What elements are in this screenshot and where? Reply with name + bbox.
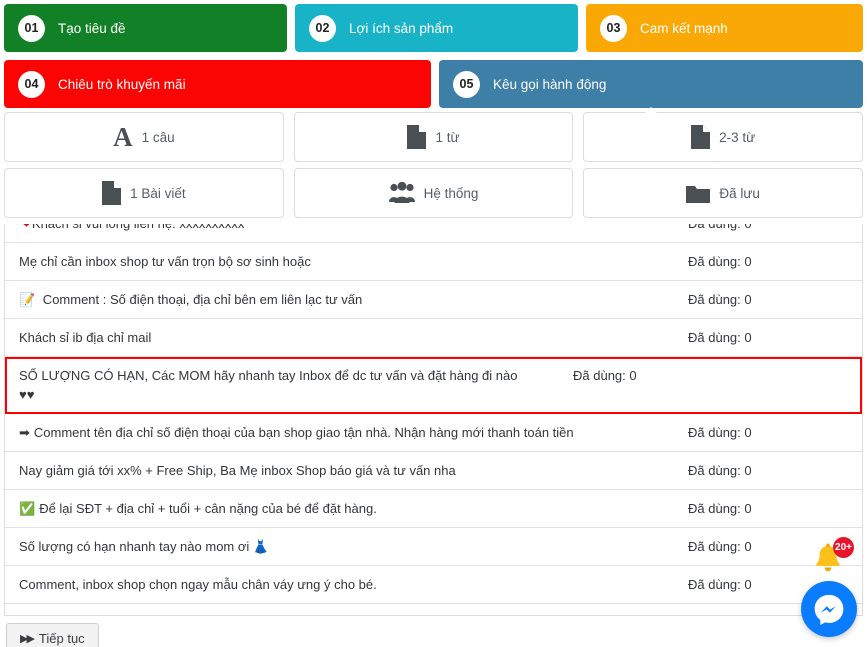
list-item-text: Mẹ chỉ cần inbox shop tư vấn trọn bộ sơ …	[5, 243, 662, 280]
list-item[interactable]: Số lượng có hạn nhanh tay nào mom ơi 👗 Đ…	[5, 528, 862, 566]
document-icon	[691, 125, 711, 149]
list-item-selected[interactable]: SỐ LƯỢNG CÓ HẠN, Các MOM hãy nhanh tay I…	[5, 357, 862, 414]
folder-icon	[686, 184, 711, 203]
list-item-body: Số lượng có hạn nhanh tay nào mom ơi 👗	[19, 539, 270, 554]
list-item-text: 📝 Comment : Số điện thoại, địa chỉ bên e…	[5, 281, 662, 318]
filter-row-1: A 1 câu 1 từ 2-3 từ	[4, 112, 864, 162]
list-item-body: Nay giảm giá tới xx% + Free Ship, Ba Mẹ …	[19, 463, 456, 478]
step-label-01: Tạo tiêu đề	[58, 20, 126, 36]
fast-forward-icon: ▶▶	[20, 633, 35, 645]
notification-badge: 20+	[833, 537, 854, 558]
notification-bell-button[interactable]: 20+	[811, 537, 854, 575]
list-item-used-count: Đã dùng: 0	[688, 254, 752, 269]
step-label-04: Chiêu trò khuyến mãi	[58, 76, 186, 92]
step-number-01: 01	[18, 14, 45, 42]
list-item-text: Khách sỉ ib địa chỉ mail	[5, 319, 662, 356]
template-list-scroll[interactable]: ❤Khách sỉ vui lòng liên hệ: xxxxxxxxxx Đ…	[5, 224, 862, 615]
list-item-text: ❗❗❗ Đặc biệt là mẫu này em Jade lên được…	[5, 604, 662, 615]
list-item[interactable]: Comment, inbox shop chọn ngay mẫu chân v…	[5, 566, 862, 604]
list-item-used-count: Đã dùng: 0	[688, 501, 752, 516]
list-item[interactable]: Nay giảm giá tới xx% + Free Ship, Ba Mẹ …	[5, 452, 862, 490]
page-root: 01 Tạo tiêu đề 02 Lợi ích sản phẩm 03 Ca…	[0, 0, 867, 647]
list-item-text: Nay giảm giá tới xx% + Free Ship, Ba Mẹ …	[5, 452, 662, 489]
list-item[interactable]: Mẹ chỉ cần inbox shop tư vấn trọn bộ sơ …	[5, 243, 862, 281]
step-number-02: 02	[309, 14, 336, 42]
filter-label-da-luu: Đã lưu	[719, 185, 760, 201]
messenger-chat-button[interactable]	[801, 581, 857, 637]
list-item[interactable]: Khách sỉ ib địa chỉ mail Đã dùng: 0	[5, 319, 862, 357]
template-list-container[interactable]: ❤Khách sỉ vui lòng liên hệ: xxxxxxxxxx Đ…	[4, 224, 863, 616]
filter-label-he-thong: Hệ thống	[423, 185, 479, 201]
messenger-icon	[814, 594, 844, 626]
list-item-used-count: Đã dùng: 0	[688, 463, 752, 478]
list-item-text: ❤Khách sỉ vui lòng liên hệ: xxxxxxxxxx	[5, 224, 662, 242]
step-tabs-row-2: 04 Chiêu trò khuyến mãi 05 Kêu gọi hành …	[0, 56, 867, 117]
list-item-text: SỐ LƯỢNG CÓ HẠN, Các MOM hãy nhanh tay I…	[5, 357, 547, 413]
step-tab-05[interactable]: 05 Kêu gọi hành động	[439, 60, 863, 117]
filter-button-2-3-tu[interactable]: 2-3 từ	[583, 112, 864, 162]
list-item-text: ✅ Để lại SĐT + địa chỉ + tuổi + cân nặng …	[5, 490, 662, 527]
list-item-body: Khách sỉ vui lòng liên hệ: xxxxxxxxxx	[32, 224, 244, 231]
users-group-icon	[388, 182, 415, 204]
list-item-used-count: Đã dùng: 0	[688, 292, 752, 307]
document-icon	[407, 125, 427, 149]
filter-label-2-3-tu: 2-3 từ	[719, 129, 756, 145]
list-item[interactable]: 📝 Comment : Số điện thoại, địa chỉ bên e…	[5, 281, 862, 319]
document-icon	[102, 181, 122, 205]
list-item-body: Comment tên địa chỉ số điện thoại của bạ…	[33, 425, 574, 440]
step-label-03: Cam kết mạnh	[640, 20, 728, 36]
filter-button-1-tu[interactable]: 1 từ	[293, 112, 574, 162]
list-item-used-count: Đã dùng: 0	[573, 368, 637, 383]
list-item-body: Comment : Số điện thoại, địa chỉ bên em …	[39, 292, 363, 307]
list-item-text: Số lượng có hạn nhanh tay nào mom ơi 👗	[5, 528, 662, 565]
check-mark-icon: ✅	[19, 501, 36, 516]
list-item-used-count: Đã dùng: 0	[688, 425, 752, 440]
list-item-body: Để lại SĐT + địa chỉ + tuổi + cân nặng c…	[39, 501, 377, 516]
step-tab-03[interactable]: 03 Cam kết mạnh	[586, 4, 863, 52]
memo-icon: 📝	[19, 292, 36, 307]
step-number-04: 04	[18, 70, 45, 98]
continue-button[interactable]: ▶▶ Tiếp tục	[6, 623, 99, 647]
list-item-body: Mẹ chỉ cần inbox shop tư vấn trọn bộ sơ …	[19, 254, 311, 269]
right-arrow-icon: ➡	[19, 425, 30, 440]
step-number-05: 05	[453, 70, 480, 98]
filter-button-1-cau[interactable]: A 1 câu	[4, 112, 284, 162]
list-item-used-count: Đã dùng: 0	[662, 224, 862, 242]
step-tabs-row-1: 01 Tạo tiêu đề 02 Lợi ích sản phẩm 03 Ca…	[0, 0, 867, 52]
list-item[interactable]: ✅ Để lại SĐT + địa chỉ + tuổi + cân nặng …	[5, 490, 862, 528]
list-item-body: Khách sỉ ib địa chỉ mail	[19, 330, 152, 345]
list-item[interactable]: ❤Khách sỉ vui lòng liên hệ: xxxxxxxxxx Đ…	[5, 224, 862, 243]
filter-label-1-cau: 1 câu	[141, 129, 175, 145]
filter-label-1-tu: 1 từ	[435, 129, 460, 145]
list-item-used-count: Đã dùng: 0	[688, 330, 752, 345]
footer-bar: ▶▶ Tiếp tục	[0, 616, 867, 647]
list-item[interactable]: ➡ Comment tên địa chỉ số điện thoại của b…	[5, 414, 862, 452]
letter-a-icon: A	[113, 121, 133, 152]
step-tab-02[interactable]: 02 Lợi ích sản phẩm	[295, 4, 578, 52]
list-item-text: ➡ Comment tên địa chỉ số điện thoại của b…	[5, 414, 662, 451]
list-item-body: Comment, inbox shop chọn ngay mẫu chân v…	[19, 577, 377, 592]
list-item-text: Comment, inbox shop chọn ngay mẫu chân v…	[5, 566, 662, 603]
step-tab-04[interactable]: 04 Chiêu trò khuyến mãi	[4, 60, 431, 108]
filter-button-da-luu[interactable]: Đã lưu	[583, 168, 864, 218]
continue-button-label: Tiếp tục	[38, 631, 85, 646]
list-item[interactable]: ❗❗❗ Đặc biệt là mẫu này em Jade lên được…	[5, 604, 862, 615]
filter-label-1-bai-viet: 1 Bài viết	[130, 185, 186, 201]
filter-button-he-thong[interactable]: Hệ thống	[293, 168, 574, 218]
step-label-02: Lợi ích sản phẩm	[349, 20, 454, 36]
filter-button-group: A 1 câu 1 từ 2-3 từ 1 Bài viết Hệ thống …	[0, 108, 867, 218]
heart-icon: ❤	[21, 224, 32, 231]
step-tab-01[interactable]: 01 Tạo tiêu đề	[4, 4, 287, 52]
list-item-body: SỐ LƯỢNG CÓ HẠN, Các MOM hãy nhanh tay I…	[19, 368, 518, 402]
filter-row-2: 1 Bài viết Hệ thống Đã lưu	[4, 168, 864, 218]
step-number-03: 03	[600, 14, 627, 42]
filter-button-1-bai-viet[interactable]: 1 Bài viết	[4, 168, 284, 218]
step-label-05: Kêu gọi hành động	[493, 76, 607, 92]
